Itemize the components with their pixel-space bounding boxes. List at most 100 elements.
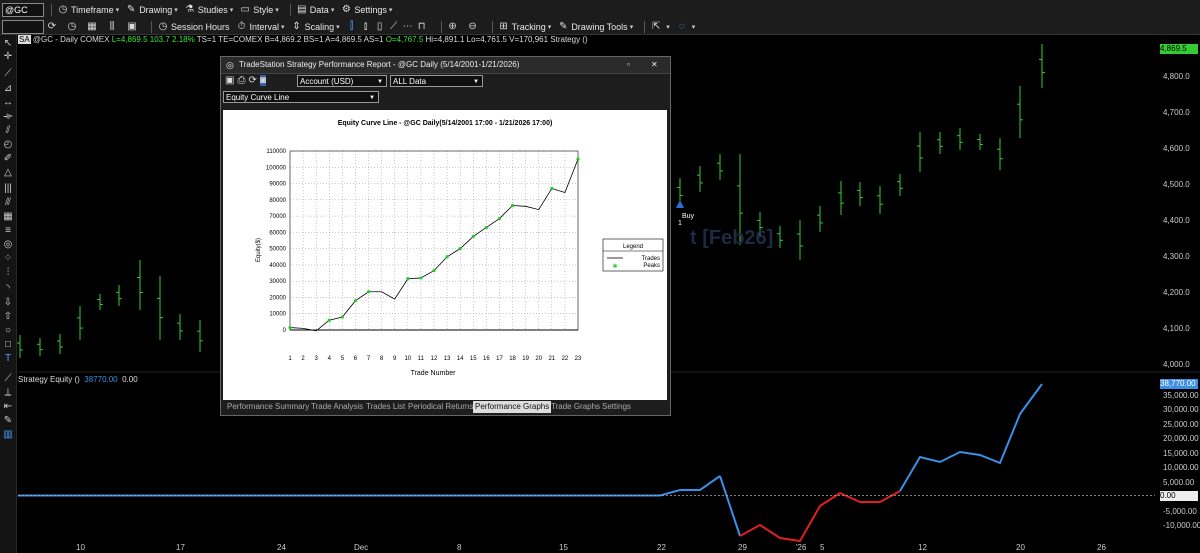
- peak-point: [340, 315, 344, 319]
- account-select-value: Account (USD): [300, 77, 354, 86]
- peak-point: [458, 247, 462, 251]
- legend-peaks-label: Peaks: [643, 263, 660, 269]
- period-select[interactable]: ALL Data ▼: [390, 75, 483, 87]
- period-select-value: ALL Data: [393, 77, 427, 86]
- date-axis-label: Dec: [354, 543, 369, 552]
- price-axis-label: 4,400.0: [1163, 216, 1190, 225]
- equity-axis-label: 10,000.00: [1163, 463, 1199, 472]
- dialog-titlebar[interactable]: ◎ TradeStation Strategy Performance Repo…: [221, 57, 670, 74]
- equity-curve-plot: Equity Curve Line - @GC Daily(5/14/2001 …: [223, 110, 667, 400]
- date-axis-label: 26: [1097, 543, 1106, 552]
- peak-point: [471, 234, 475, 239]
- legend-peaks-swatch: ✱: [612, 263, 617, 270]
- date-axis-label: '26: [796, 543, 807, 552]
- x-tick-label: 11: [418, 356, 425, 362]
- date-axis-label: 20: [1016, 543, 1025, 552]
- equity-segment-up: [18, 475, 721, 497]
- report-tab[interactable]: Trade Analysis: [311, 401, 363, 413]
- x-tick-label: 22: [562, 356, 569, 362]
- peak-point: [288, 325, 292, 330]
- plot-title: Equity Curve Line - @GC Daily(5/14/2001 …: [338, 120, 553, 127]
- y-tick-label: 30000: [269, 279, 286, 285]
- peak-point: [445, 255, 449, 259]
- price-axis-label: 4,600.0: [1163, 144, 1190, 153]
- equity-axis-label: 30,000.00: [1163, 405, 1199, 414]
- x-tick-label: 13: [444, 356, 451, 362]
- equity-axis-label: 15,000.00: [1163, 449, 1199, 458]
- legend-trades-label: Trades: [642, 256, 660, 262]
- current-price-marker: 4,869.5: [1160, 44, 1198, 54]
- y-tick-label: 110000: [266, 149, 286, 155]
- equity-axis-label: 20,000.00: [1163, 434, 1199, 443]
- report-tab[interactable]: Periodical Returns: [408, 401, 473, 413]
- equity-axis-label: 25,000.00: [1163, 420, 1199, 429]
- app-logo-icon: ◎: [226, 60, 234, 70]
- report-tab[interactable]: Performance Summary: [227, 401, 309, 413]
- report-tab[interactable]: Settings: [602, 401, 631, 413]
- date-axis-label: 24: [277, 543, 286, 552]
- dialog-title: TradeStation Strategy Performance Report…: [239, 60, 520, 69]
- x-tick-label: 9: [393, 356, 397, 362]
- peak-point: [419, 276, 423, 280]
- x-tick-label: 4: [328, 356, 332, 362]
- y-tick-label: 40000: [269, 263, 286, 269]
- equity-drawdown-segment: [739, 492, 841, 543]
- x-tick-label: 16: [483, 356, 490, 362]
- x-tick-label: 23: [575, 356, 582, 362]
- date-axis-label: 15: [559, 543, 568, 552]
- x-tick-label: 18: [509, 356, 516, 362]
- x-tick-label: 8: [380, 356, 384, 362]
- report-tab[interactable]: Trade Graphs: [551, 401, 600, 413]
- date-axis-label: 5: [820, 543, 825, 552]
- y-tick-label: 100000: [266, 165, 287, 171]
- peak-point: [353, 299, 358, 303]
- print-icon[interactable]: ⎙: [237, 75, 245, 86]
- legend-title: Legend: [623, 244, 643, 250]
- price-axis-label: 4,100.0: [1163, 324, 1190, 333]
- chart-view-icon[interactable]: ◙: [259, 75, 266, 86]
- date-axis-label: 17: [176, 543, 185, 552]
- peak-point: [366, 290, 371, 294]
- x-tick-label: 6: [354, 356, 358, 362]
- y-tick-label: 70000: [269, 214, 286, 220]
- graph-type-value: Equity Curve Line: [226, 93, 290, 102]
- price-axis-label: 4,000.0: [1163, 360, 1190, 369]
- x-tick-label: 12: [431, 356, 438, 362]
- peak-point: [406, 277, 410, 281]
- refresh-icon[interactable]: ⟳: [248, 75, 256, 86]
- subgraph-value1: 38770.00: [84, 375, 118, 384]
- date-axis-label: 10: [76, 543, 85, 552]
- date-axis-label: 29: [738, 543, 747, 552]
- x-tick-label: 3: [315, 356, 319, 362]
- equity-axis-label: -5,000.00: [1163, 507, 1197, 516]
- peak-point: [432, 269, 436, 273]
- y-tick-label: 10000: [269, 312, 286, 318]
- x-tick-label: 14: [457, 356, 464, 362]
- x-tick-label: 20: [535, 356, 542, 362]
- maximize-icon[interactable]: ▫: [627, 57, 630, 73]
- equity-axis-label: 35,000.00: [1163, 391, 1199, 400]
- report-tab[interactable]: Trades List: [366, 401, 405, 413]
- x-tick-label: 1: [288, 356, 292, 362]
- report-tab[interactable]: Performance Graphs: [473, 401, 552, 413]
- peak-point: [576, 157, 580, 161]
- graph-type-select[interactable]: Equity Curve Line ▼: [223, 91, 379, 103]
- buy-arrow-icon: [676, 200, 684, 208]
- buy-label: Buy: [682, 213, 695, 220]
- x-tick-label: 15: [470, 356, 477, 362]
- account-select[interactable]: Account (USD) ▼: [297, 75, 387, 87]
- plot-legend: Legend Trades ✱ Peaks: [602, 238, 664, 272]
- y-tick-label: 0: [283, 328, 287, 334]
- save-icon[interactable]: ▣: [225, 75, 234, 86]
- equity-curve-svg: Equity Curve Line - @GC Daily(5/14/2001 …: [256, 120, 664, 377]
- close-icon[interactable]: ✕: [651, 57, 658, 73]
- equity-recovery-segment: [899, 383, 1043, 492]
- equity-axis-label: 5,000.00: [1163, 478, 1195, 487]
- y-tick-label: 80000: [269, 198, 286, 204]
- subgraph-title: Strategy Equity (): [18, 375, 80, 384]
- price-axis-label: 4,300.0: [1163, 252, 1190, 261]
- zero-marker: 0.00: [1160, 491, 1198, 501]
- price-axis-label: 4,500.0: [1163, 180, 1190, 189]
- x-tick-label: 21: [548, 356, 555, 362]
- date-axis-label: 12: [918, 543, 927, 552]
